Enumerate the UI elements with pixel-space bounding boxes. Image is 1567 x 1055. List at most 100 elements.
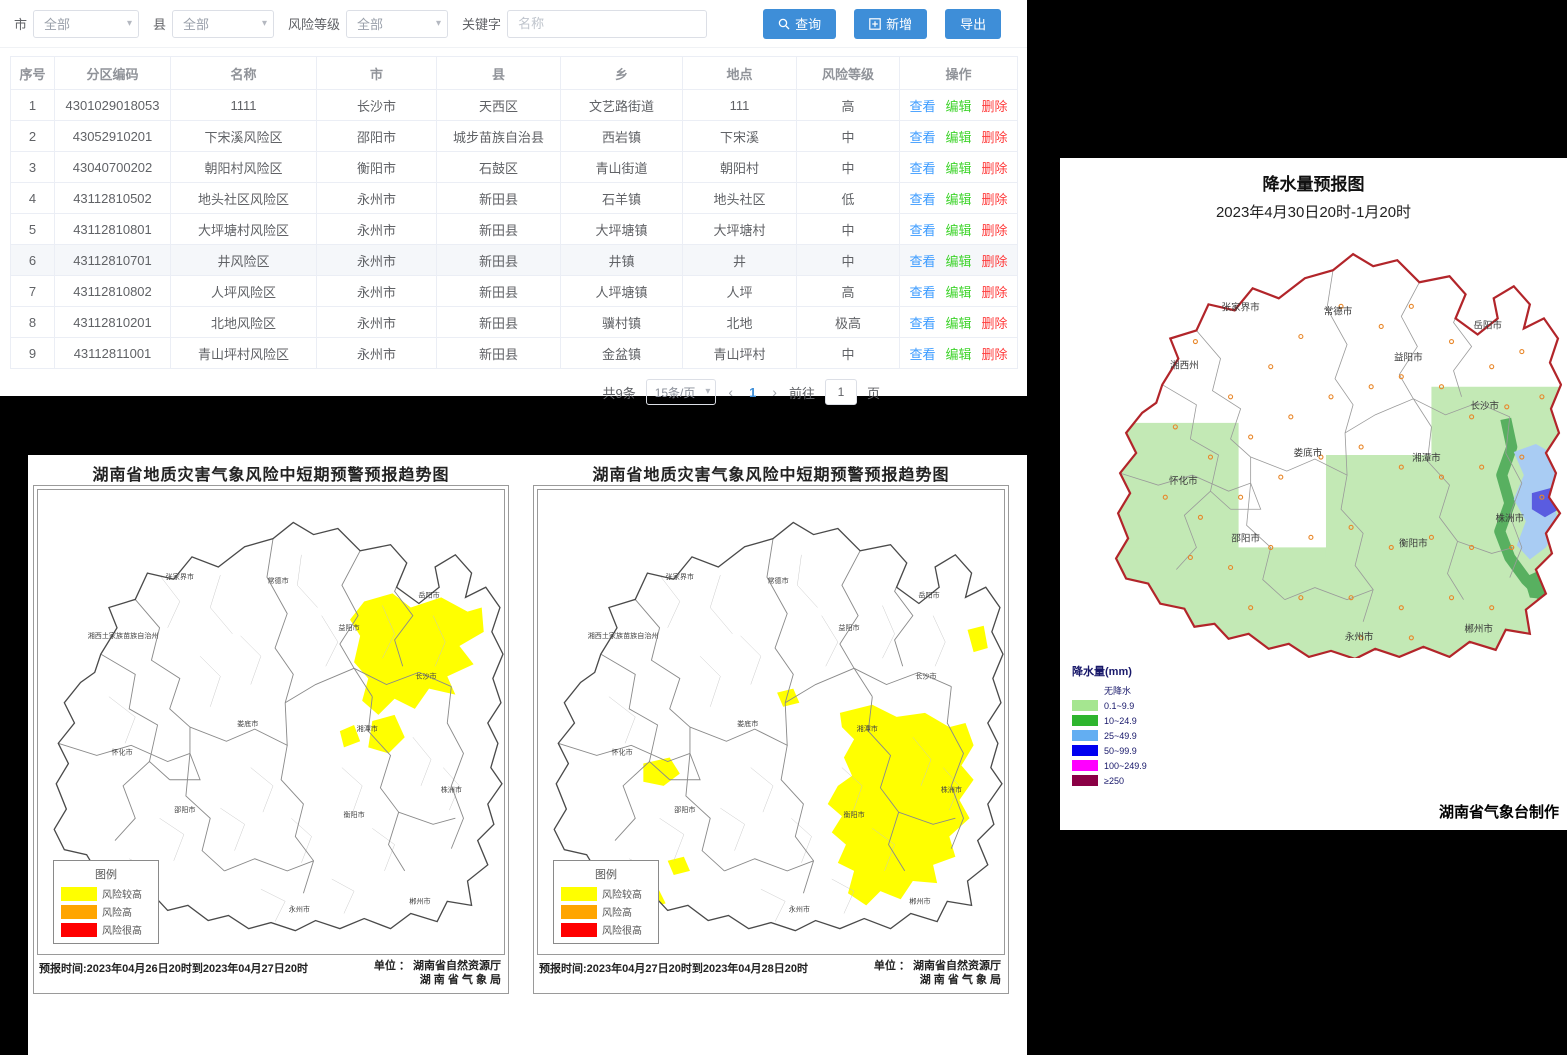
risk-zone-table-panel: 市 全部 ▾ 县 全部 ▾ 风险等级 全部 ▾ 关键字 查询 <box>0 0 1027 396</box>
risk-zone-table: 序号分区编码名称市县乡地点风险等级操作 143010290180531111长沙… <box>10 56 1018 369</box>
delete-link[interactable]: 删除 <box>982 316 1008 331</box>
city-cell: 永州市 <box>317 338 437 369</box>
delete-link[interactable]: 删除 <box>982 254 1008 269</box>
risk-level-select[interactable]: 全部 ▾ <box>346 10 448 38</box>
chevron-down-icon: ▾ <box>436 18 441 29</box>
delete-link[interactable]: 删除 <box>982 223 1008 238</box>
delete-link[interactable]: 删除 <box>982 285 1008 300</box>
town-cell: 石羊镇 <box>561 183 683 214</box>
map-label: 邵阳市 <box>1231 532 1260 544</box>
map-label: 株洲市 <box>441 785 462 794</box>
trend-map-title-right: 湖南省地质灾害气象风险中短期预警预报趋势图 <box>533 461 1009 485</box>
legend-label: 0.1~9.9 <box>1104 701 1134 711</box>
legend-items: 风险较高风险高风险很高 <box>561 886 651 937</box>
legend-title: 图例 <box>561 866 651 882</box>
ops-cell: 查看编辑删除 <box>900 90 1018 121</box>
map-label: 永州市 <box>789 904 810 913</box>
view-link[interactable]: 查看 <box>909 316 935 331</box>
page-size-select[interactable]: 15条/页 ▾ <box>646 379 717 405</box>
risk-filter-label: 风险等级 <box>288 14 340 33</box>
map-label: 张家界市 <box>1222 301 1261 313</box>
place-cell: 地头社区 <box>683 183 797 214</box>
keyword-input[interactable] <box>507 10 707 38</box>
seq-cell: 2 <box>11 121 55 152</box>
goto-page-input[interactable] <box>825 379 857 405</box>
chevron-down-icon: ▾ <box>127 18 132 29</box>
table-row: 543112810801大坪塘村风险区永州市新田县大坪塘镇大坪塘村中查看编辑删除 <box>11 214 1018 245</box>
search-button[interactable]: 查询 <box>763 9 836 39</box>
city-select[interactable]: 全部 ▾ <box>33 10 139 38</box>
map-label: 张家界市 <box>666 572 694 581</box>
view-link[interactable]: 查看 <box>909 254 935 269</box>
seq-cell: 6 <box>11 245 55 276</box>
export-button[interactable]: 导出 <box>945 9 1001 39</box>
filter-bar: 市 全部 ▾ 县 全部 ▾ 风险等级 全部 ▾ 关键字 查询 <box>0 0 1027 48</box>
view-link[interactable]: 查看 <box>909 130 935 145</box>
precip-map-title: 降水量预报图 <box>1060 158 1567 195</box>
edit-link[interactable]: 编辑 <box>945 347 971 362</box>
legend-item: 风险较高 <box>61 886 151 901</box>
map-label: 湘西州 <box>1170 360 1199 372</box>
view-link[interactable]: 查看 <box>909 161 935 176</box>
column-header: 序号 <box>11 57 55 90</box>
unit-block: 单位 ： 湖南省自然资源厅 湖 南 省 气 象 局 <box>874 960 1001 988</box>
place-cell: 大坪塘村 <box>683 214 797 245</box>
forecast-time: 预报时间:2023年04月27日20时到2023年04月28日20时 <box>539 960 808 976</box>
town-cell: 井镇 <box>561 245 683 276</box>
map-label: 长沙市 <box>415 671 436 680</box>
county-cell: 新田县 <box>437 214 561 245</box>
map-label: 衡阳市 <box>1399 537 1428 549</box>
name-cell: 下宋溪风险区 <box>171 121 317 152</box>
code-cell: 43112810801 <box>55 214 171 245</box>
edit-link[interactable]: 编辑 <box>945 99 971 114</box>
keyword-filter-label: 关键字 <box>462 14 501 33</box>
city-cell: 永州市 <box>317 183 437 214</box>
pagination: 共9条 15条/页 ▾ ‹ 1 › 前往 页 <box>0 369 1027 405</box>
delete-link[interactable]: 删除 <box>982 347 1008 362</box>
view-link[interactable]: 查看 <box>909 347 935 362</box>
precip-legend-title: 降水量(mm) <box>1072 663 1202 679</box>
column-header: 市 <box>317 57 437 90</box>
legend-swatch <box>1072 760 1098 771</box>
map-label: 长沙市 <box>915 671 936 680</box>
current-page[interactable]: 1 <box>745 385 760 400</box>
goto-label: 前往 <box>789 383 815 402</box>
edit-link[interactable]: 编辑 <box>945 254 971 269</box>
table-row: 143010290180531111长沙市天西区文艺路街道111高查看编辑删除 <box>11 90 1018 121</box>
delete-link[interactable]: 删除 <box>982 192 1008 207</box>
map-label: 张家界市 <box>166 572 194 581</box>
unit-line1: 单位 ： 湖南省自然资源厅 <box>874 960 1001 972</box>
code-cell: 43112811001 <box>55 338 171 369</box>
edit-link[interactable]: 编辑 <box>945 316 971 331</box>
next-page-button[interactable]: › <box>770 384 779 400</box>
edit-link[interactable]: 编辑 <box>945 223 971 238</box>
view-link[interactable]: 查看 <box>909 285 935 300</box>
seq-cell: 3 <box>11 152 55 183</box>
map-label: 岳阳市 <box>1473 319 1502 331</box>
add-button[interactable]: 新增 <box>854 9 927 39</box>
edit-link[interactable]: 编辑 <box>945 192 971 207</box>
county-select[interactable]: 全部 ▾ <box>172 10 274 38</box>
unit-block: 单位 ： 湖南省自然资源厅 湖 南 省 气 象 局 <box>374 960 501 988</box>
code-cell: 43040700202 <box>55 152 171 183</box>
edit-link[interactable]: 编辑 <box>945 130 971 145</box>
delete-link[interactable]: 删除 <box>982 130 1008 145</box>
edit-link[interactable]: 编辑 <box>945 161 971 176</box>
town-cell: 人坪塘镇 <box>561 276 683 307</box>
code-cell: 43112810201 <box>55 307 171 338</box>
map-label: 常德市 <box>767 576 788 585</box>
page-size-value: 15条/页 <box>655 384 696 401</box>
delete-link[interactable]: 删除 <box>982 161 1008 176</box>
prev-page-button[interactable]: ‹ <box>726 384 735 400</box>
map-label: 郴州市 <box>409 896 430 905</box>
view-link[interactable]: 查看 <box>909 223 935 238</box>
place-cell: 下宋溪 <box>683 121 797 152</box>
view-link[interactable]: 查看 <box>909 99 935 114</box>
delete-link[interactable]: 删除 <box>982 99 1008 114</box>
name-cell: 北地风险区 <box>171 307 317 338</box>
edit-link[interactable]: 编辑 <box>945 285 971 300</box>
code-cell: 43052910201 <box>55 121 171 152</box>
view-link[interactable]: 查看 <box>909 192 935 207</box>
column-header: 风险等级 <box>797 57 900 90</box>
legend-label: 风险很高 <box>602 922 642 937</box>
